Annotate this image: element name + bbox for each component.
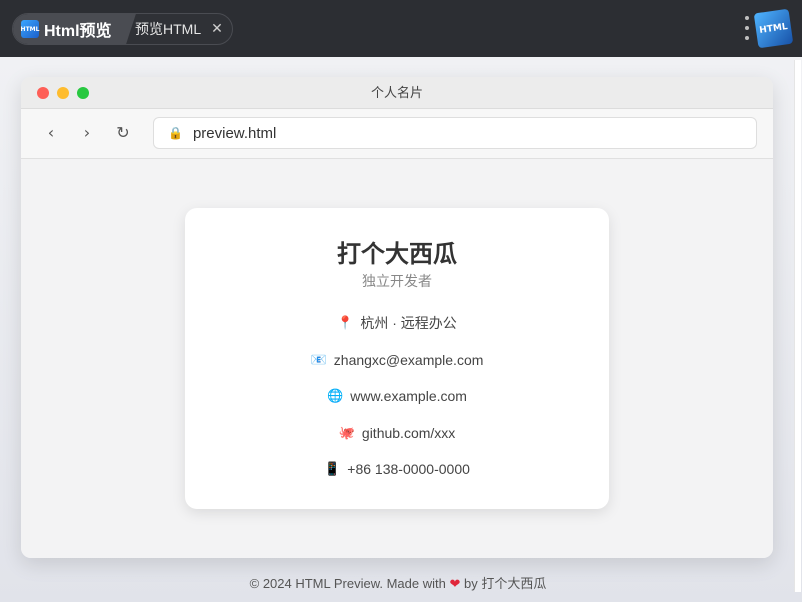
footer-suffix: by 打个大西瓜 [464,576,547,591]
phone-icon: 📱 [324,461,341,477]
url-text: preview.html [192,124,277,142]
email-text: zhangxc@example.com [333,351,484,368]
close-icon[interactable]: ✕ [211,21,223,37]
heart-icon: ❤ [449,576,461,591]
tab-label: 预览HTML [135,21,202,37]
page-viewport: 打个大西瓜 独立开发者 📍 杭州 · 远程办公 📧 zhangxc@exampl… [21,159,773,558]
list-item: 📍 杭州 · 远程办公 [185,305,609,342]
browser-navbar: ‹ › ↻ 🔒 preview.html [21,109,773,159]
reload-icon[interactable]: ↻ [113,123,133,143]
github-text: github.com/xxx [361,424,456,441]
website-text: www.example.com [350,388,467,405]
card-name: 打个大西瓜 [337,241,457,268]
more-menu-icon[interactable] [744,16,750,40]
address-bar[interactable]: 🔒 preview.html [153,117,757,149]
content-area: 个人名片 ‹ › ↻ 🔒 preview.html 打个大西瓜 独立开发者 📍 … [0,57,802,602]
app-topbar: HTML Html预览 预览HTML ✕ HTML [0,0,802,57]
github-octopus-icon: 🐙 [338,424,355,440]
list-item: 🌐 www.example.com [185,378,609,415]
html-icon: HTML [21,20,39,38]
forward-icon[interactable]: › [77,123,97,143]
browser-window: 个人名片 ‹ › ↻ 🔒 preview.html 打个大西瓜 独立开发者 📍 … [21,77,773,558]
card-info-list: 📍 杭州 · 远程办公 📧 zhangxc@example.com 🌐 www.… [185,305,609,488]
tab-html-preview[interactable]: HTML Html预览 [13,14,125,44]
list-item: 📧 zhangxc@example.com [185,342,609,379]
card-role: 独立开发者 [362,273,432,289]
phone-text: +86 138-0000-0000 [347,461,470,478]
html-logo-icon: HTML [753,8,794,49]
lock-icon: 🔒 [168,126,183,140]
location-pin-icon: 📍 [337,315,354,331]
tab-preview-html[interactable]: 预览HTML ✕ [135,14,223,44]
list-item: 🐙 github.com/xxx [185,415,609,452]
footer-prefix: © 2024 HTML Preview. Made with [249,576,446,591]
tab-group: HTML Html预览 预览HTML ✕ [12,13,233,45]
business-card: 打个大西瓜 独立开发者 📍 杭州 · 远程办公 📧 zhangxc@exampl… [185,208,609,509]
window-title: 个人名片 [370,85,423,100]
scrollbar[interactable] [794,60,801,592]
globe-icon: 🌐 [327,388,344,404]
back-icon[interactable]: ‹ [41,123,61,143]
list-item: 📱 +86 138-0000-0000 [185,451,609,488]
tab-label: Html预览 [44,23,112,40]
page-footer: © 2024 HTML Preview. Made with ❤ by 打个大西… [0,573,796,592]
email-icon: 📧 [310,351,327,367]
location-text: 杭州 · 远程办公 [360,315,457,332]
window-titlebar: 个人名片 [21,77,773,109]
